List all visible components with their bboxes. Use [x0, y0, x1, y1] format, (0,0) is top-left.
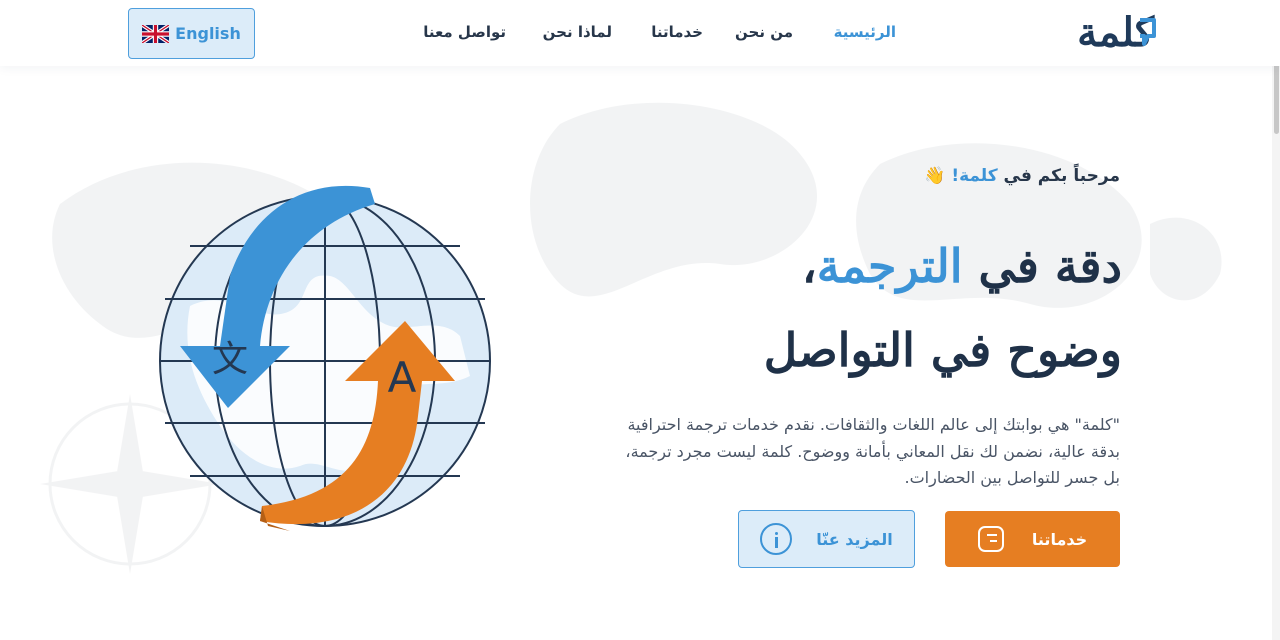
language-switch-button[interactable]: English	[128, 8, 255, 59]
headline-line-2: وضوح في التواصل	[763, 323, 1122, 377]
headline-accent: الترجمة	[816, 239, 963, 293]
source-language-glyph: 文	[212, 339, 248, 380]
site-logo[interactable]: كلمة	[1058, 4, 1156, 62]
welcome-brand: كلمة!	[951, 166, 998, 186]
headline-line-1: دقة في الترجمة،	[802, 239, 1122, 293]
services-button[interactable]: خدماتنا	[945, 511, 1120, 567]
translation-globe-illustration: 文 A	[159, 185, 491, 531]
page-scrollbar[interactable]	[1272, 0, 1280, 640]
nav-item-why-us[interactable]: لماذا نحن	[543, 23, 612, 41]
nav-item-home[interactable]: الرئيسية	[834, 23, 896, 41]
nav-item-about[interactable]: من نحن	[735, 23, 793, 41]
info-icon	[760, 523, 793, 555]
site-header: كلمة الرئيسية من نحن خدماتنا لماذا نحن ت…	[0, 0, 1280, 66]
about-more-button-label: المزيد عنّا	[816, 529, 893, 549]
welcome-prefix: مرحباً بكم في	[1003, 166, 1120, 186]
about-more-button[interactable]: المزيد عنّا	[738, 510, 915, 568]
headline-comma: ،	[801, 239, 817, 293]
headline-text: دقة في	[978, 239, 1122, 293]
waving-hand-icon: 👋	[924, 166, 946, 186]
target-language-glyph: A	[388, 353, 417, 402]
list-icon	[977, 526, 1004, 552]
logo-speech-mark-icon	[1140, 18, 1156, 46]
uk-flag-icon	[142, 24, 170, 43]
language-label: English	[175, 24, 241, 43]
welcome-line: مرحباً بكم في كلمة! 👋	[924, 166, 1120, 186]
hero-description: "كلمة" هي بوابتك إلى عالم اللغات والثقاف…	[625, 415, 1120, 487]
nav-item-contact[interactable]: تواصل معنا	[423, 23, 506, 41]
services-button-label: خدماتنا	[1031, 529, 1088, 549]
hero-headline: دقة في الترجمة، وضوح في التواصل	[764, 224, 1122, 392]
nav-item-services[interactable]: خدماتنا	[651, 23, 703, 41]
